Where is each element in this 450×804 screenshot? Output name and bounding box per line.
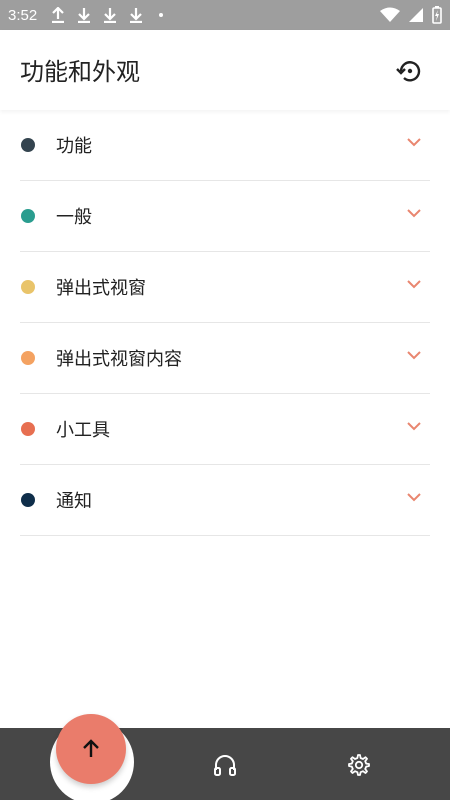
restore-history-icon	[396, 61, 421, 82]
download-icon	[78, 8, 91, 23]
headphones-icon	[214, 755, 236, 776]
chevron-down-icon	[407, 280, 421, 289]
section-label: 弹出式视窗	[56, 278, 146, 299]
section-label: 通知	[56, 491, 92, 512]
signal-icon	[409, 8, 423, 22]
section-color-dot	[21, 493, 35, 507]
section-color-dot	[21, 422, 35, 436]
section-label: 弹出式视窗内容	[56, 349, 182, 370]
section-label: 一般	[56, 207, 92, 228]
section-color-dot	[21, 280, 35, 294]
chevron-down-icon	[407, 493, 421, 502]
wifi-icon	[380, 7, 400, 22]
status-time: 3:52	[8, 6, 38, 24]
nav-audio-button[interactable]	[210, 750, 240, 780]
section-features[interactable]: 功能	[20, 110, 430, 181]
gear-icon	[348, 754, 370, 776]
more-notifications-dot	[159, 13, 164, 17]
section-widgets[interactable]: 小工具	[20, 394, 430, 465]
nav-settings-button[interactable]	[343, 750, 373, 780]
download-icon	[130, 8, 143, 23]
status-bar: 3:52	[0, 0, 450, 30]
section-general[interactable]: 一般	[20, 181, 430, 252]
page-title: 功能和外观	[20, 58, 140, 86]
section-popup[interactable]: 弹出式视窗	[20, 252, 430, 323]
restore-button[interactable]	[394, 56, 424, 86]
battery-icon	[432, 6, 442, 24]
section-color-dot	[21, 138, 35, 152]
chevron-down-icon	[407, 209, 421, 218]
arrow-up-icon	[83, 739, 99, 757]
settings-list: 功能 一般 弹出式视窗 弹出式视窗内容 小工具 通知	[0, 110, 450, 536]
chevron-down-icon	[407, 422, 421, 431]
section-label: 功能	[56, 136, 92, 157]
section-notifications[interactable]: 通知	[20, 465, 430, 536]
app-bar: 功能和外观	[0, 30, 450, 110]
upload-icon	[52, 7, 65, 23]
section-label: 小工具	[56, 420, 110, 441]
section-color-dot	[21, 209, 35, 223]
status-notifications	[51, 7, 164, 23]
download-icon	[104, 8, 117, 23]
chevron-down-icon	[407, 138, 421, 147]
scroll-top-fab[interactable]	[56, 714, 126, 784]
section-color-dot	[21, 351, 35, 365]
status-system-icons	[380, 6, 442, 24]
section-popup-content[interactable]: 弹出式视窗内容	[20, 323, 430, 394]
chevron-down-icon	[407, 351, 421, 360]
